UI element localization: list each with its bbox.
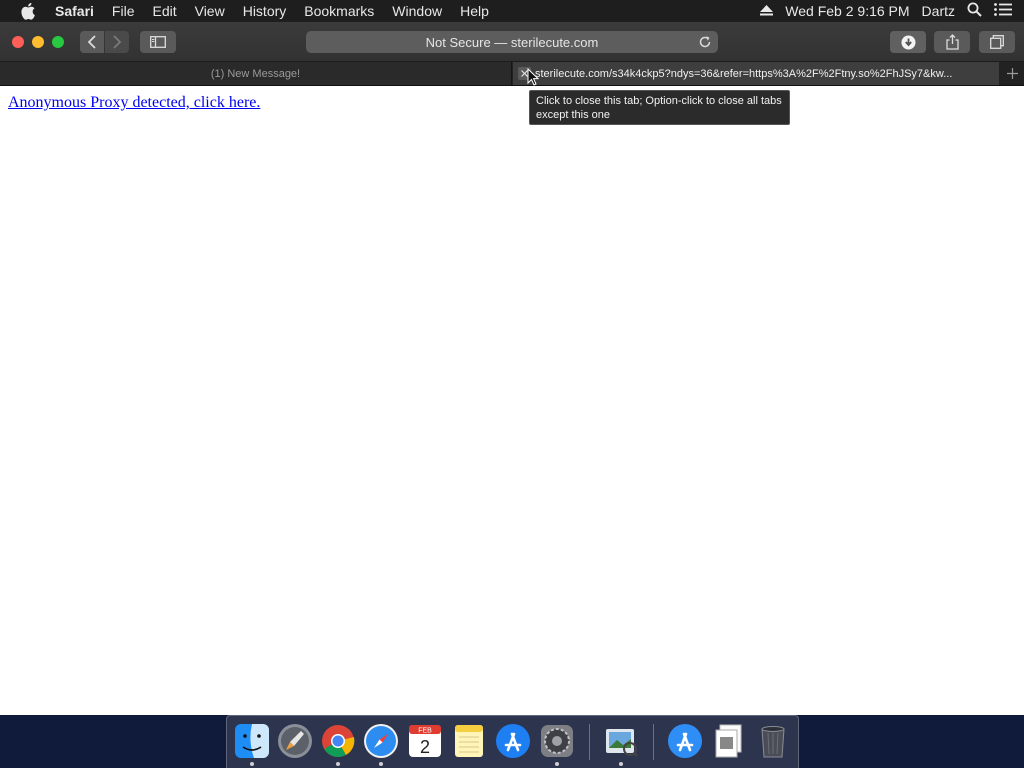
reload-icon[interactable] [698,35,712,52]
tab-bar: (1) New Message! sterilecute.com/s34k4ck… [0,62,1024,86]
mouse-cursor-icon [527,68,539,86]
menu-edit[interactable]: Edit [143,0,185,22]
window-minimize-button[interactable] [32,36,44,48]
tab-title: sterilecute.com/s34k4ckp5?ndys=36&refer=… [535,67,953,80]
address-bar[interactable]: Not Secure — sterilecute.com [306,31,718,53]
menubar-user[interactable]: Dartz [922,3,955,19]
menu-view[interactable]: View [186,0,234,22]
notes-icon[interactable] [450,722,488,760]
page-content: Anonymous Proxy detected, click here. [0,87,1024,715]
chevron-left-icon [87,35,96,49]
preview-icon[interactable] [602,722,640,766]
tab-overview-icon [990,35,1004,49]
downloads-button[interactable] [890,31,926,53]
window-fullscreen-button[interactable] [52,36,64,48]
documents-icon[interactable] [710,722,748,760]
tab-sterilecute[interactable]: sterilecute.com/s34k4ckp5?ndys=36&refer=… [513,62,999,85]
share-icon [945,34,959,50]
plus-icon [1006,68,1018,79]
anonymous-proxy-link[interactable]: Anonymous Proxy detected, click here. [8,94,260,112]
back-button[interactable] [80,31,104,53]
share-button[interactable] [934,31,970,53]
calendar-day: 2 [420,737,430,757]
spotlight-search-icon[interactable] [967,2,982,20]
calendar-month: FEB [418,728,432,735]
chrome-icon[interactable] [319,722,357,766]
menubar-clock[interactable]: Wed Feb 2 9:16 PM [785,3,909,19]
address-text: Not Secure — sterilecute.com [425,34,599,50]
eject-icon[interactable] [760,3,774,19]
dock: FEB 2 [226,715,799,768]
window-close-button[interactable] [12,36,24,48]
dock-separator [653,724,654,760]
calendar-icon[interactable]: FEB 2 [406,722,444,760]
safari-window: Not Secure — sterilecute.com (1) New Mes… [0,22,1024,715]
app-store-icon[interactable] [494,722,532,760]
forward-button[interactable] [105,31,129,53]
system-preferences-icon[interactable] [538,722,576,766]
tab-close-tooltip: Click to close this tab; Option-click to… [529,90,790,125]
menu-help[interactable]: Help [451,0,498,22]
browser-toolbar: Not Secure — sterilecute.com [0,22,1024,62]
menu-bookmarks[interactable]: Bookmarks [295,0,383,22]
trash-icon[interactable] [754,722,792,760]
launchpad-icon[interactable] [276,722,314,760]
sidebar-icon [150,36,166,48]
menu-history[interactable]: History [234,0,296,22]
sidebar-toggle-button[interactable] [140,31,176,53]
menu-file[interactable]: File [103,0,144,22]
tab-title: (1) New Message! [210,67,301,80]
download-icon [901,35,915,49]
tab-overview-button[interactable] [979,31,1015,53]
app-store-downloads-icon[interactable] [666,722,704,760]
finder-icon[interactable] [233,722,271,766]
tab-new-message[interactable]: (1) New Message! [0,62,512,85]
new-tab-button[interactable] [1000,62,1024,85]
dock-separator [589,724,590,760]
safari-icon[interactable] [362,722,400,766]
notification-center-icon[interactable] [994,3,1012,19]
menu-bar: Safari File Edit View History Bookmarks … [0,0,1024,22]
menu-safari[interactable]: Safari [46,0,103,22]
apple-menu-icon[interactable] [10,2,46,20]
chevron-right-icon [113,35,122,49]
menu-window[interactable]: Window [383,0,451,22]
